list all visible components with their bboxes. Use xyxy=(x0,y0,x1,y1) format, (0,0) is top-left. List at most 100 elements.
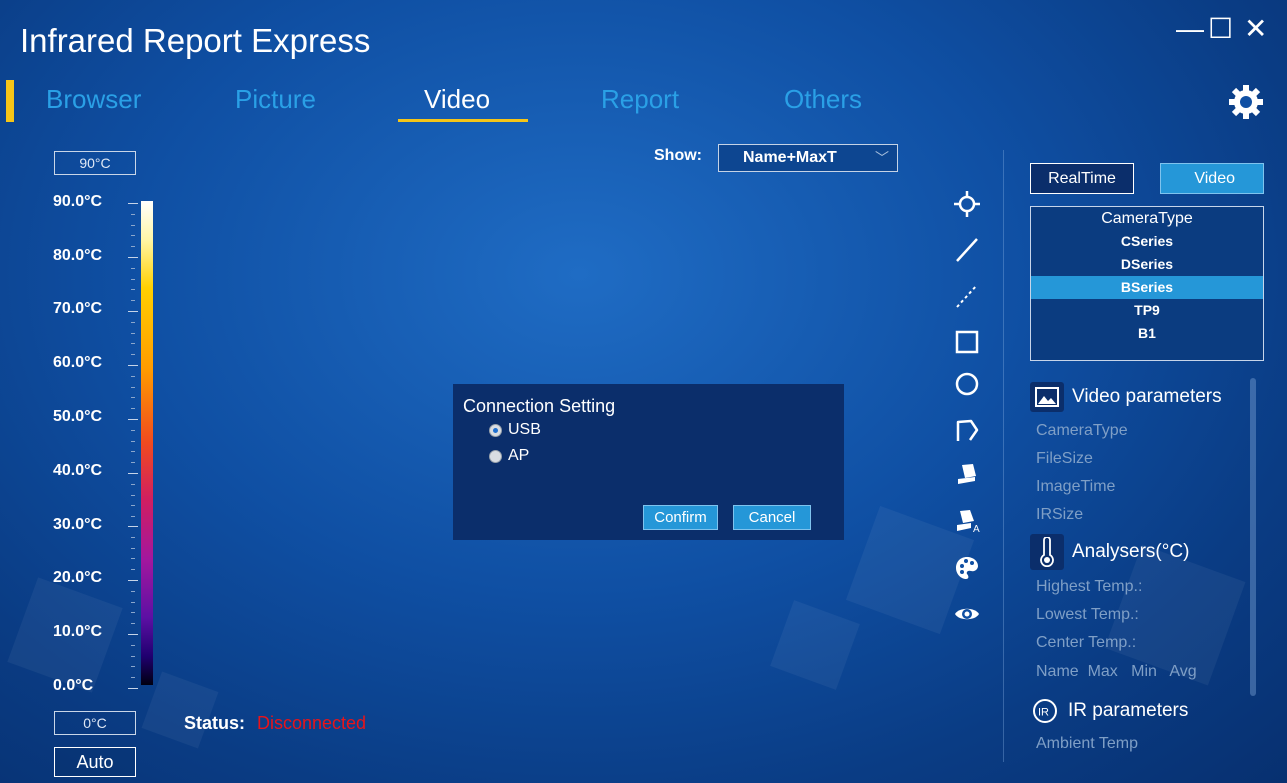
scale-minor-tick xyxy=(131,214,135,215)
analyser-label: Center Temp.: xyxy=(1036,634,1137,651)
scale-minor-tick xyxy=(131,225,135,226)
scale-minor-tick xyxy=(131,612,135,613)
analyser-label: Highest Temp.: xyxy=(1036,578,1143,595)
crosshair-icon[interactable] xyxy=(953,190,981,218)
max-temp-box[interactable]: 90°C xyxy=(54,151,136,175)
scale-minor-tick xyxy=(131,645,135,646)
settings-gear-icon[interactable] xyxy=(1226,82,1266,122)
video-mode-button[interactable]: Video xyxy=(1160,163,1264,194)
auto-button[interactable]: Auto xyxy=(54,747,136,777)
scale-label: 60.0°C xyxy=(53,354,103,371)
rectangle-icon[interactable] xyxy=(953,328,981,356)
scale-label: 50.0°C xyxy=(53,408,103,425)
scale-minor-tick xyxy=(131,677,135,678)
radio-ap-label: AP xyxy=(508,447,530,464)
analyser-columns: Name Max Min Avg xyxy=(1036,663,1197,680)
scale-major-tick xyxy=(128,580,138,581)
scale-minor-tick xyxy=(131,441,135,442)
camera-option[interactable]: CSeries xyxy=(1031,230,1263,253)
scale-minor-tick xyxy=(131,623,135,624)
tab-picture[interactable]: Picture xyxy=(235,84,316,115)
scale-minor-tick xyxy=(131,268,135,269)
camera-list-header: CameraType xyxy=(1101,210,1193,227)
scale-minor-tick xyxy=(131,387,135,388)
scale-minor-tick xyxy=(131,569,135,570)
close-button[interactable]: ✕ xyxy=(1244,14,1267,44)
background-decoration xyxy=(141,671,219,749)
tab-browser[interactable]: Browser xyxy=(46,84,141,115)
thermometer-icon xyxy=(1030,534,1064,570)
scale-minor-tick xyxy=(131,300,135,301)
cancel-button[interactable]: Cancel xyxy=(733,505,811,530)
scale-major-tick xyxy=(128,365,138,366)
app-title: Infrared Report Express xyxy=(20,22,371,59)
accent-bar xyxy=(6,80,14,122)
dialog-title: Connection Setting xyxy=(463,396,616,416)
tab-report[interactable]: Report xyxy=(601,84,679,115)
confirm-button[interactable]: Confirm xyxy=(643,505,718,530)
radio-ap[interactable]: AP xyxy=(489,447,529,465)
radio-unselected-icon[interactable] xyxy=(489,449,502,463)
eraser-icon[interactable] xyxy=(953,460,981,488)
video-params-title: Video parameters xyxy=(1072,386,1222,407)
ir-params-title: IR parameters xyxy=(1068,700,1189,721)
polygon-icon[interactable] xyxy=(953,416,981,444)
min-temp-box[interactable]: 0°C xyxy=(54,711,136,735)
camera-option[interactable]: B1 xyxy=(1031,322,1263,345)
scale-major-tick xyxy=(128,634,138,635)
camera-option[interactable]: DSeries xyxy=(1031,253,1263,276)
panel-divider xyxy=(1003,150,1004,762)
scale-major-tick xyxy=(128,526,138,527)
scale-label: 0.0°C xyxy=(53,677,94,694)
analysers-header: Analysers(°C) xyxy=(1030,534,1189,570)
scale-major-tick xyxy=(128,688,138,689)
ir-params-header: IR IR parameters xyxy=(1030,696,1188,726)
show-select[interactable]: Name+MaxT ﹀ xyxy=(718,144,898,172)
realtime-button[interactable]: RealTime xyxy=(1030,163,1134,194)
camera-type-list[interactable]: CameraType CSeries DSeries BSeries TP9 B… xyxy=(1030,206,1264,361)
dashed-line-icon[interactable] xyxy=(953,282,981,310)
show-label: Show: xyxy=(654,147,702,164)
scale-minor-tick xyxy=(131,397,135,398)
tab-others[interactable]: Others xyxy=(784,84,862,115)
scale-minor-tick xyxy=(131,333,135,334)
eraser-text-icon[interactable]: A xyxy=(953,506,981,534)
scale-label: 70.0°C xyxy=(53,300,103,317)
scale-label: 80.0°C xyxy=(53,247,103,264)
radio-selected-icon[interactable] xyxy=(489,423,502,437)
background-decoration xyxy=(770,600,860,690)
scale-minor-tick xyxy=(131,279,135,280)
radio-usb-label: USB xyxy=(508,421,541,438)
scale-minor-tick xyxy=(131,235,135,236)
param-label: IRSize xyxy=(1036,506,1084,523)
tab-video[interactable]: Video xyxy=(424,84,490,115)
status-value: Disconnected xyxy=(257,713,367,733)
scale-minor-tick xyxy=(131,484,135,485)
param-label: Ambient Temp xyxy=(1036,735,1138,752)
scale-major-tick xyxy=(128,473,138,474)
panel-scrollbar[interactable] xyxy=(1250,378,1256,696)
scale-minor-tick xyxy=(131,451,135,452)
camera-option[interactable]: TP9 xyxy=(1031,299,1263,322)
scale-label: 40.0°C xyxy=(53,462,103,479)
line-icon[interactable] xyxy=(953,236,981,264)
radio-usb[interactable]: USB xyxy=(489,421,541,439)
palette-icon[interactable] xyxy=(953,554,981,582)
maximize-button[interactable]: ☐ xyxy=(1208,14,1233,44)
param-label: CameraType xyxy=(1036,422,1128,439)
scale-minor-tick xyxy=(131,343,135,344)
scale-minor-tick xyxy=(131,558,135,559)
scale-minor-tick xyxy=(131,462,135,463)
scale-label: 10.0°C xyxy=(53,623,103,640)
scale-minor-tick xyxy=(131,408,135,409)
circle-icon[interactable] xyxy=(953,370,981,398)
minimize-button[interactable]: — xyxy=(1176,14,1204,44)
status-label: Status: xyxy=(184,713,246,733)
scale-label: 20.0°C xyxy=(53,569,103,586)
camera-option-selected[interactable]: BSeries xyxy=(1031,276,1263,299)
svg-text:A: A xyxy=(973,524,980,534)
eye-icon[interactable] xyxy=(953,600,981,628)
scale-major-tick xyxy=(128,419,138,420)
scale-minor-tick xyxy=(131,666,135,667)
scale-minor-tick xyxy=(131,656,135,657)
